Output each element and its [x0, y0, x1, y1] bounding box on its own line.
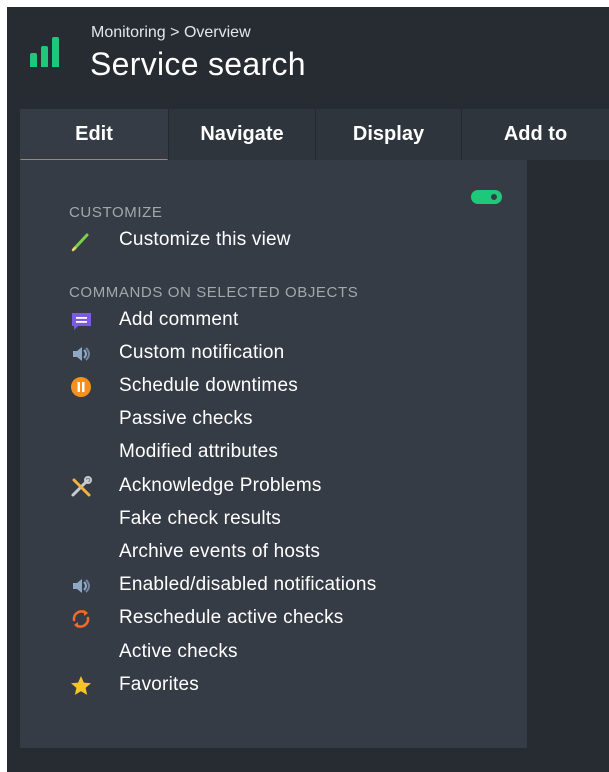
speaker-icon — [69, 343, 95, 365]
tab-edit[interactable]: Edit — [20, 109, 168, 162]
pencil-icon — [69, 230, 95, 252]
menu-tabs: Edit Navigate Display Add to — [20, 109, 609, 162]
tab-edit-label: Edit — [75, 123, 113, 145]
menu-item-reschedule-active-checks[interactable]: Reschedule active checks — [69, 604, 509, 634]
menu-item-label: Enabled/disabled notifications — [119, 574, 377, 595]
reload-icon — [69, 608, 95, 630]
menu-item-label: Customize this view — [119, 229, 291, 250]
toggle-switch[interactable] — [471, 190, 502, 204]
menu-item-schedule-downtimes[interactable]: Schedule downtimes — [69, 372, 509, 402]
edit-dropdown-panel: CUSTOMIZE Customize this view COMMANDS O… — [20, 160, 527, 748]
star-icon — [69, 675, 95, 697]
app-window: Monitoring > Overview Service search Edi… — [7, 7, 609, 772]
comment-icon — [69, 310, 95, 332]
menu-item-enable-disable-notifications[interactable]: Enabled/disabled notifications — [69, 571, 509, 601]
tools-icon — [69, 476, 95, 498]
menu-item-add-comment[interactable]: Add comment — [69, 306, 509, 336]
tab-navigate[interactable]: Navigate — [168, 109, 315, 160]
breadcrumb[interactable]: Monitoring > Overview — [91, 24, 251, 42]
tab-navigate-label: Navigate — [200, 123, 284, 145]
menu-item-label: Fake check results — [119, 508, 281, 529]
section-title-commands: COMMANDS ON SELECTED OBJECTS — [69, 284, 359, 301]
tab-display[interactable]: Display — [315, 109, 461, 160]
menu-item-label: Archive events of hosts — [119, 541, 321, 562]
tab-display-label: Display — [352, 123, 425, 145]
menu-item-passive-checks[interactable]: Passive checks — [69, 405, 509, 435]
menu-item-label: Modified attributes — [119, 441, 279, 462]
speaker-icon — [69, 575, 95, 597]
menu-item-label: Custom notification — [119, 342, 285, 363]
menu-item-archive-events[interactable]: Archive events of hosts — [69, 538, 509, 568]
menu-item-label: Schedule downtimes — [119, 375, 298, 396]
menu-item-active-checks[interactable]: Active checks — [69, 638, 509, 668]
menu-item-label: Reschedule active checks — [119, 607, 344, 628]
section-title-customize: CUSTOMIZE — [69, 204, 163, 221]
menu-item-fake-check-results[interactable]: Fake check results — [69, 505, 509, 535]
menu-item-label: Passive checks — [119, 408, 253, 429]
menu-item-label: Favorites — [119, 674, 199, 695]
menu-item-custom-notification[interactable]: Custom notification — [69, 339, 509, 369]
menu-item-label: Add comment — [119, 309, 239, 330]
menu-item-favorites[interactable]: Favorites — [69, 671, 509, 701]
pause-icon — [69, 376, 95, 398]
menu-item-acknowledge-problems[interactable]: Acknowledge Problems — [69, 472, 509, 502]
menu-item-label: Acknowledge Problems — [119, 475, 322, 496]
menu-item-customize-view[interactable]: Customize this view — [69, 226, 509, 256]
bar-chart-logo-icon — [30, 37, 68, 67]
tab-add-to[interactable]: Add to — [461, 109, 609, 160]
page-title: Service search — [90, 46, 306, 82]
menu-item-modified-attributes[interactable]: Modified attributes — [69, 438, 509, 468]
tab-add-to-label: Add to — [503, 123, 568, 145]
menu-item-label: Active checks — [119, 641, 238, 662]
header: Monitoring > Overview Service search — [7, 7, 609, 109]
